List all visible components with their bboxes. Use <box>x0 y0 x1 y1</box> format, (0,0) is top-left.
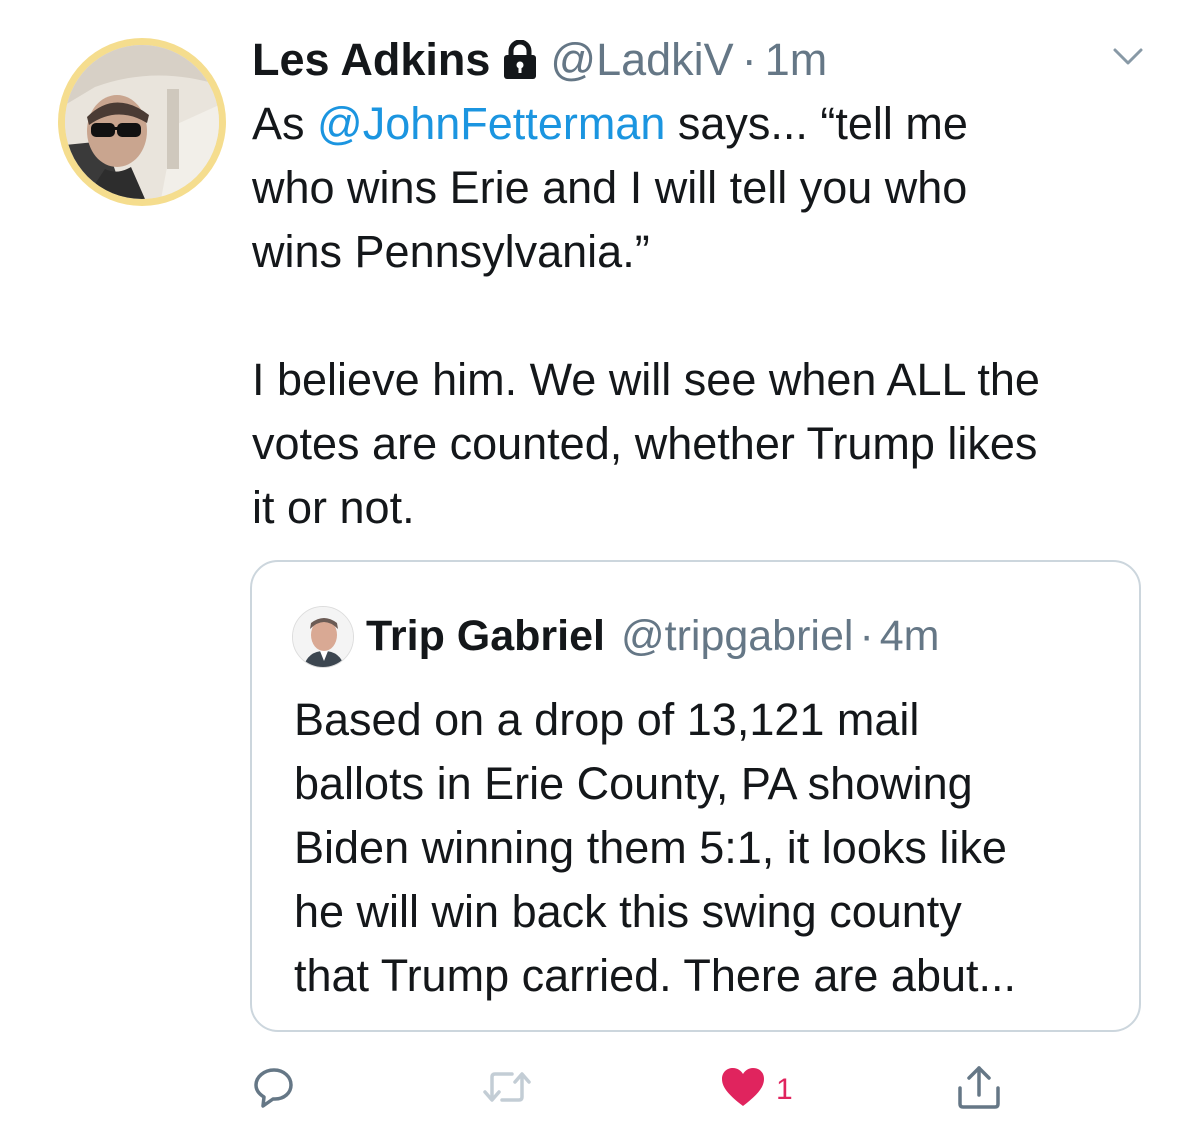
like-count: 1 <box>776 1073 793 1106</box>
tweet-text-line: who wins Erie and I will tell you who <box>252 162 968 213</box>
author-name[interactable]: Les Adkins <box>252 34 490 86</box>
author-avatar-photo <box>65 45 219 199</box>
quoted-text-line: Biden winning them 5:1, it looks like <box>294 822 1007 873</box>
tweet-header: Les Adkins @LadkiV · 1m <box>252 30 827 90</box>
reply-icon <box>252 1065 296 1109</box>
quoted-author-name: Trip Gabriel <box>366 611 605 660</box>
author-avatar[interactable] <box>58 38 226 206</box>
quoted-text-line: ballots in Erie County, PA showing <box>294 758 973 809</box>
tweet-text-line: wins Pennsylvania.” <box>252 226 650 277</box>
separator-dot: · <box>859 611 874 660</box>
retweet-button[interactable] <box>482 1062 532 1112</box>
quoted-author-avatar <box>292 606 354 668</box>
quoted-text-line: that Trump carried. There are abut... <box>294 950 1017 1001</box>
share-icon <box>956 1064 1002 1110</box>
quoted-tweet-card[interactable]: Trip Gabriel @tripgabriel · 4m Based on … <box>250 560 1141 1032</box>
tweet-text: As @JohnFetterman says... “tell me who w… <box>252 92 1152 540</box>
tweet-time[interactable]: 1m <box>765 34 828 86</box>
author-handle[interactable]: @LadkiV <box>550 34 733 86</box>
chevron-down-icon[interactable] <box>1112 45 1144 69</box>
quoted-tweet-text: Based on a drop of 13,121 mail ballots i… <box>294 688 1114 1008</box>
quoted-tweet-header: Trip Gabriel @tripgabriel · 4m <box>366 606 940 666</box>
tweet-text-line: I believe him. We will see when ALL the <box>252 354 1040 405</box>
quoted-author-handle: @tripgabriel <box>620 611 854 660</box>
text-fragment: As <box>252 98 318 149</box>
quoted-text-line: Based on a drop of 13,121 mail <box>294 694 920 745</box>
like-button[interactable]: 1 <box>720 1062 793 1112</box>
tweet-text-line: As @JohnFetterman says... “tell me <box>252 92 1152 156</box>
heart-icon <box>720 1066 766 1108</box>
text-fragment: says... “tell me <box>665 98 968 149</box>
reply-button[interactable] <box>252 1062 296 1112</box>
share-button[interactable] <box>956 1062 1002 1112</box>
mention-link[interactable]: @JohnFetterman <box>317 98 665 149</box>
lock-icon <box>502 39 538 80</box>
retweet-icon <box>482 1065 532 1109</box>
quoted-text-line: he will win back this swing county <box>294 886 962 937</box>
tweet-text-line: votes are counted, whether Trump likes <box>252 418 1038 469</box>
quoted-tweet-time: 4m <box>879 611 940 660</box>
separator-dot: · <box>741 34 757 85</box>
tweet-text-line: it or not. <box>252 482 415 533</box>
